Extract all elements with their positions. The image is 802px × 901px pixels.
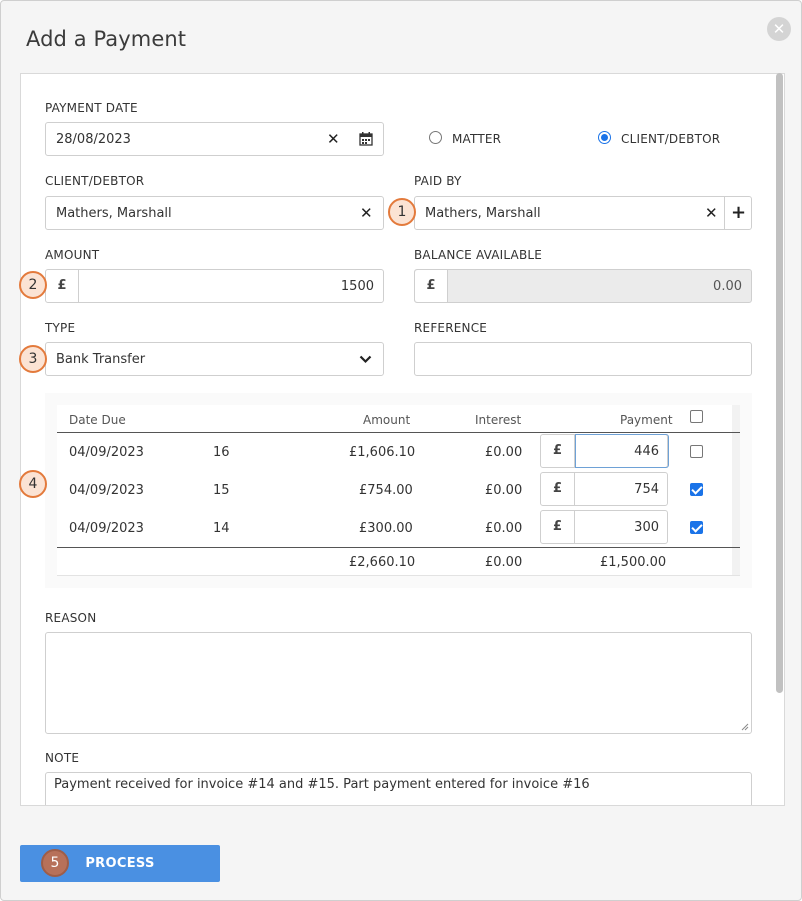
row-1-invoice: 16 — [213, 445, 230, 460]
balance-available-label: BALANCE AVAILABLE — [414, 248, 543, 262]
row-3-payment: 300 — [634, 520, 659, 535]
header-interest: Interest — [475, 413, 522, 427]
type-select[interactable]: Bank Transfer — [45, 342, 384, 376]
row-1-checkbox[interactable] — [690, 445, 703, 458]
paid-by-field[interactable]: Mathers, Marshall ✕ + — [414, 196, 752, 230]
totals-divider — [57, 547, 740, 548]
chevron-down-icon — [359, 355, 372, 364]
note-textarea[interactable]: Payment received for invoice #14 and #15… — [45, 772, 752, 805]
clear-paid-by-icon[interactable]: ✕ — [705, 204, 718, 222]
type-label: TYPE — [45, 321, 76, 335]
amount-field[interactable]: £ 1500 — [45, 269, 384, 303]
total-interest: £0.00 — [485, 555, 523, 570]
header-date-due: Date Due — [69, 413, 126, 427]
payment-date-label: PAYMENT DATE — [45, 101, 138, 115]
step-badge-2: 2 — [19, 271, 47, 299]
header-divider — [57, 432, 740, 433]
row-1-date: 04/09/2023 — [69, 445, 144, 460]
row-1-currency: £ — [541, 435, 575, 467]
reference-label: REFERENCE — [414, 321, 488, 335]
panel-scrollbar[interactable] — [776, 73, 783, 693]
row-1-payment-input[interactable]: £ 446 — [540, 434, 669, 468]
select-all-checkbox[interactable] — [690, 410, 703, 423]
row-3-interest: £0.00 — [485, 521, 523, 536]
radio-matter-label: MATTER — [452, 132, 502, 146]
row-1-amount: £1,606.10 — [349, 445, 416, 460]
row-3-payment-input[interactable]: £ 300 — [540, 510, 668, 544]
client-debtor-field[interactable]: Mathers, Marshall ✕ — [45, 196, 384, 230]
row-2-amount: £754.00 — [359, 483, 413, 498]
header-payment: Payment — [620, 413, 673, 427]
step-badge-1: 1 — [388, 198, 416, 226]
client-debtor-label: CLIENT/DEBTOR — [45, 174, 145, 188]
radio-client-debtor-label: CLIENT/DEBTOR — [621, 132, 721, 146]
payment-date-value: 28/08/2023 — [56, 132, 131, 147]
radio-matter[interactable] — [429, 131, 442, 144]
resize-handle-icon[interactable] — [741, 723, 749, 731]
clear-client-icon[interactable]: ✕ — [360, 204, 373, 222]
close-icon[interactable]: ✕ — [767, 17, 791, 41]
row-1-interest: £0.00 — [485, 445, 523, 460]
amount-currency: £ — [46, 270, 79, 302]
reason-label: REASON — [45, 611, 97, 625]
reference-input[interactable] — [414, 342, 752, 376]
add-payment-dialog: Add a Payment ✕ PAYMENT DATE 28/08/2023 … — [0, 0, 802, 901]
row-3-invoice: 14 — [213, 521, 230, 536]
balance-value: 0.00 — [713, 279, 742, 294]
step-badge-4: 4 — [19, 470, 47, 498]
client-debtor-value: Mathers, Marshall — [56, 206, 172, 221]
balance-currency: £ — [415, 270, 448, 302]
row-2-currency: £ — [541, 473, 575, 505]
reason-textarea[interactable] — [45, 632, 752, 734]
row-3-date: 04/09/2023 — [69, 521, 144, 536]
row-3-currency: £ — [541, 511, 575, 543]
total-payment: £1,500.00 — [600, 555, 667, 570]
row-2-checkbox[interactable] — [690, 483, 703, 496]
row-1-payment: 446 — [634, 444, 659, 459]
step-badge-3: 3 — [19, 345, 47, 373]
header-amount: Amount — [363, 413, 411, 427]
type-value: Bank Transfer — [56, 352, 146, 367]
invoice-table: Date Due Amount Interest Payment 04/09/2… — [45, 393, 752, 588]
row-2-invoice: 15 — [213, 483, 230, 498]
balance-available-field: £ 0.00 — [414, 269, 752, 303]
row-2-payment: 754 — [634, 482, 659, 497]
row-3-amount: £300.00 — [359, 521, 413, 536]
row-2-date: 04/09/2023 — [69, 483, 144, 498]
payment-date-field[interactable]: 28/08/2023 ✕ — [45, 122, 384, 156]
note-clip: Payment received for invoice #14 and #15… — [45, 772, 752, 805]
total-amount: £2,660.10 — [349, 555, 416, 570]
row-2-payment-input[interactable]: £ 754 — [540, 472, 668, 506]
calendar-icon[interactable] — [359, 132, 373, 146]
note-value: Payment received for invoice #14 and #15… — [54, 777, 590, 792]
row-2-interest: £0.00 — [485, 483, 523, 498]
row-3-checkbox[interactable] — [690, 521, 703, 534]
amount-value: 1500 — [340, 279, 374, 294]
dialog-title: Add a Payment — [26, 27, 187, 51]
radio-client-debtor[interactable] — [598, 131, 611, 144]
paid-by-label: PAID BY — [414, 174, 462, 188]
paid-by-value: Mathers, Marshall — [425, 206, 541, 221]
step-badge-5: 5 — [41, 849, 69, 877]
add-paid-by-icon[interactable]: + — [724, 197, 752, 229]
clear-date-icon[interactable]: ✕ — [327, 130, 340, 148]
note-label: NOTE — [45, 751, 80, 765]
amount-label: AMOUNT — [45, 248, 100, 262]
